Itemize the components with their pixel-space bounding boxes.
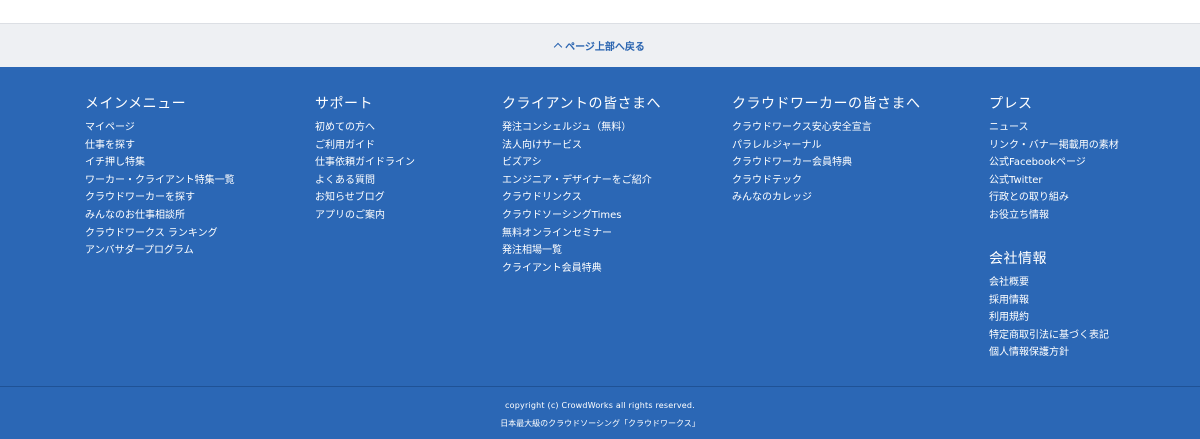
footer-bottom: copyright (c) CrowdWorks all rights rese… <box>0 386 1200 439</box>
footer-link[interactable]: クライアント会員特典 <box>502 260 652 278</box>
footer-link[interactable]: クラウドテック <box>732 172 872 190</box>
link-list: 会社概要 採用情報 利用規約 特定商取引法に基づく表記 個人情報保護方針 <box>989 274 1109 362</box>
footer-link[interactable]: 発注相場一覧 <box>502 242 652 260</box>
footer-link[interactable]: クラウドリンクス <box>502 189 652 207</box>
column-heading: メインメニュー <box>85 96 187 112</box>
footer-link[interactable]: 仕事を探す <box>85 137 235 155</box>
footer-link[interactable]: ご利用ガイド <box>315 137 415 155</box>
back-to-top-bar: ページ上部へ戻る <box>0 24 1200 67</box>
column-heading: クラウドワーカーの皆さまへ <box>732 96 921 112</box>
footer-link[interactable]: 会社概要 <box>989 274 1109 292</box>
footer-link[interactable]: クラウドワークス安心安全宣言 <box>732 119 872 137</box>
footer-link[interactable]: リンク・バナー掲載用の素材 <box>989 137 1119 155</box>
footer-link[interactable]: クラウドソーシングTimes <box>502 207 652 225</box>
footer-link[interactable]: クラウドワークス ランキング <box>85 225 235 243</box>
column-heading: プレス <box>989 96 1033 112</box>
link-list: 初めての方へ ご利用ガイド 仕事依頼ガイドライン よくある質問 お知らせブログ … <box>315 119 415 225</box>
footer-link[interactable]: クラウドワーカーを探す <box>85 189 235 207</box>
footer-link[interactable]: 無料オンラインセミナー <box>502 225 652 243</box>
tagline-text: 日本最大級のクラウドソーシング「クラウドワークス」 <box>500 419 700 428</box>
footer-link[interactable]: ワーカー・クライアント特集一覧 <box>85 172 235 190</box>
link-list: ニュース リンク・バナー掲載用の素材 公式Facebookページ 公式Twitt… <box>989 119 1119 225</box>
footer-link[interactable]: お役立ち情報 <box>989 207 1119 225</box>
footer-link[interactable]: エンジニア・デザイナーをご紹介 <box>502 172 652 190</box>
footer-link[interactable]: みんなのお仕事相談所 <box>85 207 235 225</box>
footer-link[interactable]: 法人向けサービス <box>502 137 652 155</box>
footer-link[interactable]: ビズアシ <box>502 154 652 172</box>
footer-link[interactable]: パラレルジャーナル <box>732 137 872 155</box>
footer-link[interactable]: 特定商取引法に基づく表記 <box>989 327 1109 345</box>
copyright-text: copyright (c) CrowdWorks all rights rese… <box>505 401 695 410</box>
footer-link[interactable]: クラウドワーカー会員特典 <box>732 154 872 172</box>
link-list: マイページ 仕事を探す イチ押し特集 ワーカー・クライアント特集一覧 クラウドワ… <box>85 119 235 260</box>
footer-link[interactable]: 行政との取り組み <box>989 189 1119 207</box>
back-to-top-link[interactable]: ページ上部へ戻る <box>553 38 645 53</box>
chevron-up-icon <box>553 42 563 52</box>
back-to-top-label: ページ上部へ戻る <box>565 42 645 53</box>
page-content-end <box>0 0 1200 24</box>
footer-link[interactable]: 公式Twitter <box>989 172 1119 190</box>
footer-link[interactable]: 採用情報 <box>989 292 1109 310</box>
link-list: 発注コンシェルジュ（無料） 法人向けサービス ビズアシ エンジニア・デザイナーを… <box>502 119 652 277</box>
footer-link[interactable]: ニュース <box>989 119 1119 137</box>
footer-link[interactable]: 個人情報保護方針 <box>989 344 1109 362</box>
footer-link[interactable]: みんなのカレッジ <box>732 189 872 207</box>
footer-link[interactable]: アンバサダープログラム <box>85 242 235 260</box>
footer-link[interactable]: イチ押し特集 <box>85 154 235 172</box>
footer-link[interactable]: 利用規約 <box>989 309 1109 327</box>
footer-link[interactable]: 公式Facebookページ <box>989 154 1119 172</box>
footer-navigation: メインメニュー マイページ 仕事を探す イチ押し特集 ワーカー・クライアント特集… <box>0 67 1200 386</box>
footer-link[interactable]: よくある質問 <box>315 172 415 190</box>
footer-link[interactable]: 仕事依頼ガイドライン <box>315 154 415 172</box>
column-heading: サポート <box>315 96 373 112</box>
footer-link[interactable]: アプリのご案内 <box>315 207 415 225</box>
footer-link[interactable]: お知らせブログ <box>315 189 415 207</box>
footer-link[interactable]: 発注コンシェルジュ（無料） <box>502 119 652 137</box>
footer-link[interactable]: マイページ <box>85 119 235 137</box>
column-heading: 会社情報 <box>989 251 1047 267</box>
footer-link[interactable]: 初めての方へ <box>315 119 415 137</box>
column-heading: クライアントの皆さまへ <box>502 96 661 112</box>
link-list: クラウドワークス安心安全宣言 パラレルジャーナル クラウドワーカー会員特典 クラ… <box>732 119 872 207</box>
